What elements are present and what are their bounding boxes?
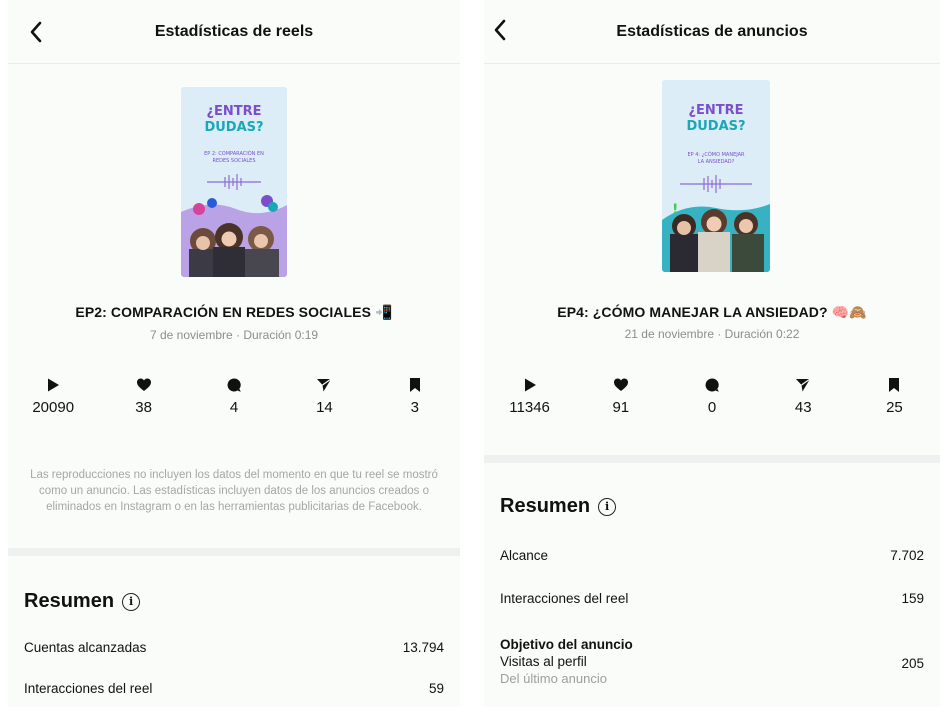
thumb-caption-line1: EP 4: ¿CÓMO MANEJAR (687, 151, 745, 158)
thumb-logo-line2: DUDAS? (686, 119, 745, 134)
thumb-logo-line2: DUDAS? (204, 120, 263, 135)
row-value: 13.794 (402, 640, 444, 655)
ad-stats-row: 11346 91 0 43 25 (484, 377, 940, 416)
stat-shares: 43 (758, 377, 849, 416)
objective-title: Objetivo del anuncio (500, 637, 633, 652)
ad-title: EP4: ¿CÓMO MANEJAR LA ANSIEDAD? 🧠🙈 (557, 304, 867, 320)
ad-objective: Objetivo del anuncio Visitas al perfil D… (500, 637, 633, 686)
heart-icon (136, 378, 151, 391)
stat-likes-value: 91 (612, 399, 630, 416)
summary-row-reach: Alcance 7.702 (500, 548, 924, 563)
facebook-icon (207, 198, 217, 208)
row-value: 7.702 (890, 548, 924, 563)
summary-row-reach: Cuentas alcanzadas 13.794 (24, 640, 444, 655)
stat-comments-value: 0 (707, 399, 717, 416)
instagram-icon (193, 203, 205, 215)
summary-heading: Resumen i (500, 495, 617, 518)
stat-saves: 3 (370, 377, 460, 416)
svg-text:!: ! (672, 202, 678, 218)
ad-meta: 21 de noviembre · Duración 0:22 (624, 327, 800, 341)
stat-likes: 38 (98, 377, 188, 416)
objective-note: Del último anuncio (500, 671, 607, 686)
row-label: Alcance (500, 548, 549, 563)
play-icon (524, 378, 536, 392)
play-icon (48, 378, 60, 392)
thumb-caption-line2: LA ANSIEDAD? (698, 159, 735, 165)
header: Estadísticas de anuncios (484, 0, 940, 64)
stat-saves-value: 25 (886, 399, 903, 416)
stat-shares-value: 43 (794, 399, 812, 416)
stat-shares: 14 (279, 377, 369, 416)
bookmark-icon (409, 378, 420, 392)
back-chevron-icon[interactable] (22, 18, 50, 46)
stat-plays: 20090 (8, 377, 98, 416)
objective-label: Visitas al perfil (500, 654, 587, 669)
summary-heading: Resumen i (24, 590, 141, 613)
stat-comments: 4 (189, 377, 279, 416)
info-icon[interactable]: i (598, 497, 617, 516)
stat-comments: 0 (666, 377, 757, 416)
send-icon (317, 378, 332, 392)
send-icon (796, 378, 811, 392)
thumb-logo-line1: ¿ENTRE (688, 103, 743, 118)
row-value: 59 (428, 681, 444, 696)
reel-thumbnail[interactable]: ¿ENTRE DUDAS? EP 2: COMPARACIÓN EN REDES… (181, 87, 287, 277)
page-title: Estadísticas de anuncios (616, 22, 808, 40)
reel-meta: 7 de noviembre · Duración 0:19 (149, 328, 319, 342)
thumb-caption-line1: EP 2: COMPARACIÓN EN (204, 150, 264, 157)
back-chevron-icon[interactable] (486, 16, 514, 44)
stat-saves: 25 (849, 377, 940, 416)
ad-thumbnail[interactable]: ¿ENTRE DUDAS? EP 4: ¿CÓMO MANEJAR LA ANS… (662, 80, 770, 272)
stat-saves-value: 3 (410, 399, 419, 416)
thumb-caption-line2: REDES SOCIALES (212, 158, 255, 164)
row-label: Interacciones del reel (500, 591, 629, 606)
row-label: Interacciones del reel (24, 681, 153, 696)
row-value: 159 (901, 591, 924, 606)
heart-icon (613, 378, 628, 391)
header: Estadísticas de reels (8, 0, 460, 64)
summary-row-interactions[interactable]: Interacciones del reel 59 (24, 681, 444, 696)
summary-title: Resumen (24, 590, 115, 612)
row-label: Cuentas alcanzadas (24, 640, 147, 655)
stat-comments-value: 4 (229, 399, 239, 416)
comment-icon (227, 378, 241, 392)
comment-icon (705, 378, 719, 392)
section-divider (484, 455, 940, 463)
stat-plays: 11346 (484, 377, 575, 416)
stat-plays-value: 20090 (32, 399, 75, 416)
stat-likes: 91 (575, 377, 666, 416)
info-icon[interactable]: i (122, 592, 141, 611)
bookmark-icon (889, 378, 900, 392)
summary-title: Resumen (500, 495, 591, 517)
reel-title: EP2: COMPARACIÓN EN REDES SOCIALES 📲 (75, 304, 393, 320)
page-title: Estadísticas de reels (154, 22, 314, 40)
thumb-logo-line1: ¿ENTRE (206, 104, 261, 119)
stat-likes-value: 38 (135, 399, 152, 416)
reel-stats-panel: Estadísticas de reels ¿ENTRE DUDAS? EP 2… (8, 0, 460, 707)
stat-plays-value: 11346 (509, 399, 550, 416)
stats-disclaimer: Las reproducciones no incluyen los datos… (30, 469, 438, 513)
stat-shares-value: 14 (316, 399, 333, 416)
section-divider (8, 548, 460, 556)
summary-row-interactions[interactable]: Interacciones del reel 159 (500, 591, 924, 606)
reel-stats-row: 20090 38 4 14 3 (8, 377, 460, 416)
objective-value: 205 (901, 656, 924, 671)
ad-stats-panel: Estadísticas de anuncios ¿ENTRE DUDAS? E… (484, 0, 940, 707)
